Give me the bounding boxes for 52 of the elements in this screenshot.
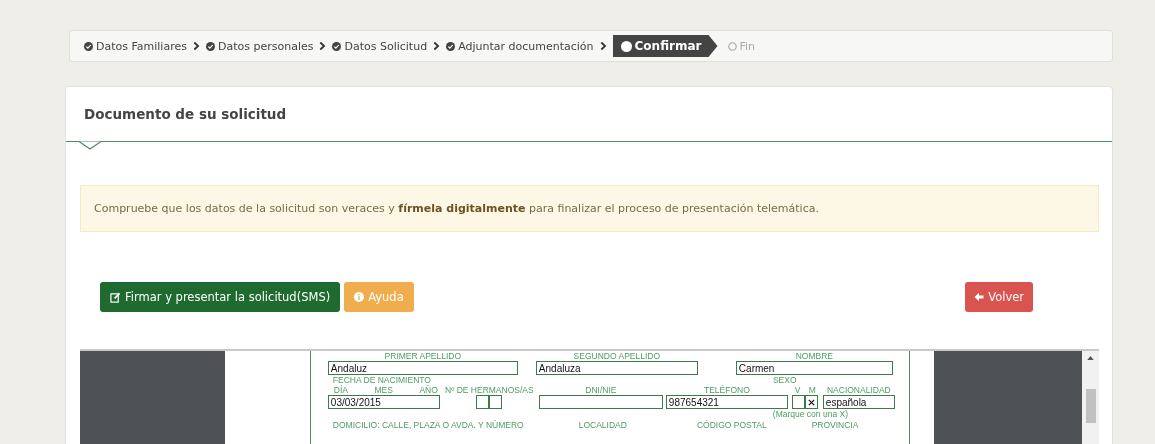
scrollbar[interactable] — [1082, 351, 1099, 444]
check-circle-icon — [332, 41, 342, 51]
form-field: Andaluz — [327, 361, 518, 375]
form-field: española — [822, 395, 895, 409]
form-label: TELÉFONO — [702, 385, 751, 395]
check-circle-icon — [84, 41, 93, 51]
form-label: PROVINCIA — [811, 420, 859, 430]
card-title: Documento de su solicitud — [84, 106, 287, 122]
form-field: Carmen — [735, 361, 893, 375]
form-label: AÑO — [419, 385, 438, 395]
form-label: CÓDIGO POSTAL — [696, 420, 767, 430]
form-label: MES — [374, 385, 393, 395]
form-label: LOCALIDAD — [578, 420, 627, 430]
form-label: PRIMER APELLIDO — [384, 351, 462, 361]
form-label: M — [808, 385, 816, 395]
form-hint: (Marque con una X) — [772, 409, 848, 419]
chevron-right-icon — [192, 41, 200, 51]
check-circle-icon — [446, 41, 456, 51]
chevron-right-icon — [433, 41, 441, 51]
form-field: 03/03/2015 — [327, 395, 440, 409]
breadcrumb-step[interactable]: Datos personales — [205, 39, 314, 53]
form-label: V — [794, 385, 801, 395]
back-button[interactable]: Volver — [965, 282, 1033, 312]
sign-submit-button[interactable]: Firmar y presentar la solicitud(SMS) — [100, 282, 341, 312]
form-field: 987654321 — [665, 395, 788, 409]
check-circle-icon — [205, 41, 215, 51]
form-label: DOMICILIO: CALLE, PLAZA O AVDA. Y NÚMERO — [332, 420, 524, 430]
scroll-thumb[interactable] — [1085, 389, 1096, 423]
info-icon — [354, 292, 365, 302]
scroll-up-icon[interactable] — [1087, 356, 1094, 360]
arrow-left-icon — [974, 292, 985, 302]
form-label: SEXO — [772, 375, 797, 385]
form-label: NACIONALIDAD — [825, 385, 892, 395]
form-label: FECHA DE NACIMIENTO — [332, 375, 431, 385]
chevron-right-icon — [319, 41, 327, 51]
edit-icon — [110, 291, 121, 303]
form-label: DNI/NIE — [584, 385, 618, 395]
form-label: Nº DE HERMANOS/AS — [444, 385, 535, 395]
breadcrumb-step[interactable]: Datos Familiares — [84, 39, 187, 53]
breadcrumb-step[interactable]: Datos Solicitud — [332, 39, 428, 53]
breadcrumb-step[interactable]: Adjuntar documentación — [446, 39, 594, 53]
alert-text: Compruebe que los datos de la solicitud son veraces y fírmela digitalmente para finalizar el proceso de presentación telemática. — [94, 202, 819, 215]
circle-outline-icon — [727, 41, 737, 51]
form-box — [476, 395, 490, 409]
form-field: Andaluza — [535, 361, 698, 375]
breadcrumb-current-step[interactable]: Confirmar — [612, 35, 718, 57]
form-label: SEGUNDO APELLIDO — [573, 351, 661, 361]
form-label: NOMBRE — [795, 351, 833, 361]
form-label: DÍA — [333, 385, 348, 395]
chevron-right-icon — [599, 41, 607, 51]
form-box — [489, 395, 503, 409]
circle-icon — [620, 40, 632, 52]
